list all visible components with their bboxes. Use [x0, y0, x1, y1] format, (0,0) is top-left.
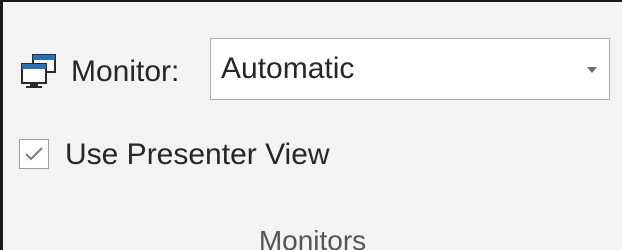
checkmark-icon	[25, 147, 43, 161]
monitor-dropdown[interactable]: Automatic	[210, 38, 610, 100]
chevron-down-icon[interactable]	[587, 67, 597, 73]
presenter-view-label[interactable]: Use Presenter View	[65, 137, 330, 173]
group-label-monitors: Monitors	[258, 225, 367, 250]
monitor-dropdown-value: Automatic	[221, 52, 355, 85]
presenter-view-checkbox[interactable]	[19, 139, 49, 169]
monitors-ribbon-group: Monitor: Automatic Use Presenter View Mo…	[0, 0, 622, 250]
monitor-icon	[19, 53, 59, 91]
monitor-label: Monitor:	[71, 55, 180, 88]
